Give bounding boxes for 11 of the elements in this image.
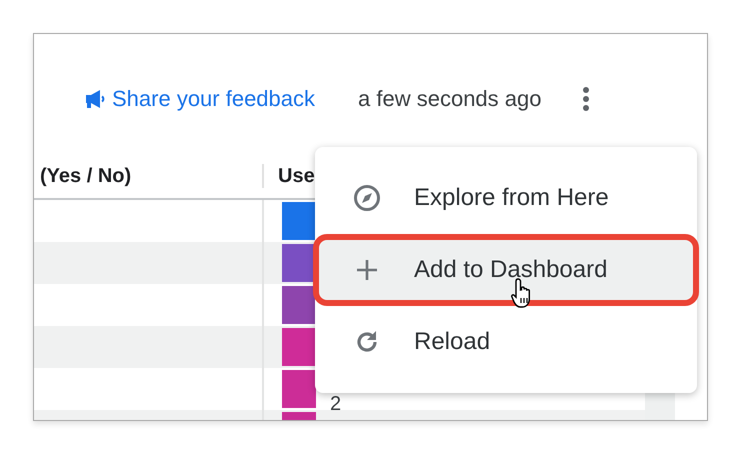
column-header[interactable]: (Yes / No): [34, 164, 264, 188]
column-header[interactable]: Use: [264, 164, 315, 188]
table-cell: 2: [330, 395, 342, 413]
menu-item[interactable]: Add to Dashboard: [319, 240, 693, 300]
compass-icon: [353, 184, 381, 212]
menu-item[interactable]: Explore from Here: [315, 168, 697, 228]
more-options-icon[interactable]: [582, 86, 590, 112]
updated-time: a few seconds ago: [358, 86, 542, 112]
megaphone-icon: [84, 89, 106, 109]
feedback-link[interactable]: Share your feedback: [84, 86, 316, 112]
menu-item[interactable]: Reload: [315, 312, 697, 372]
